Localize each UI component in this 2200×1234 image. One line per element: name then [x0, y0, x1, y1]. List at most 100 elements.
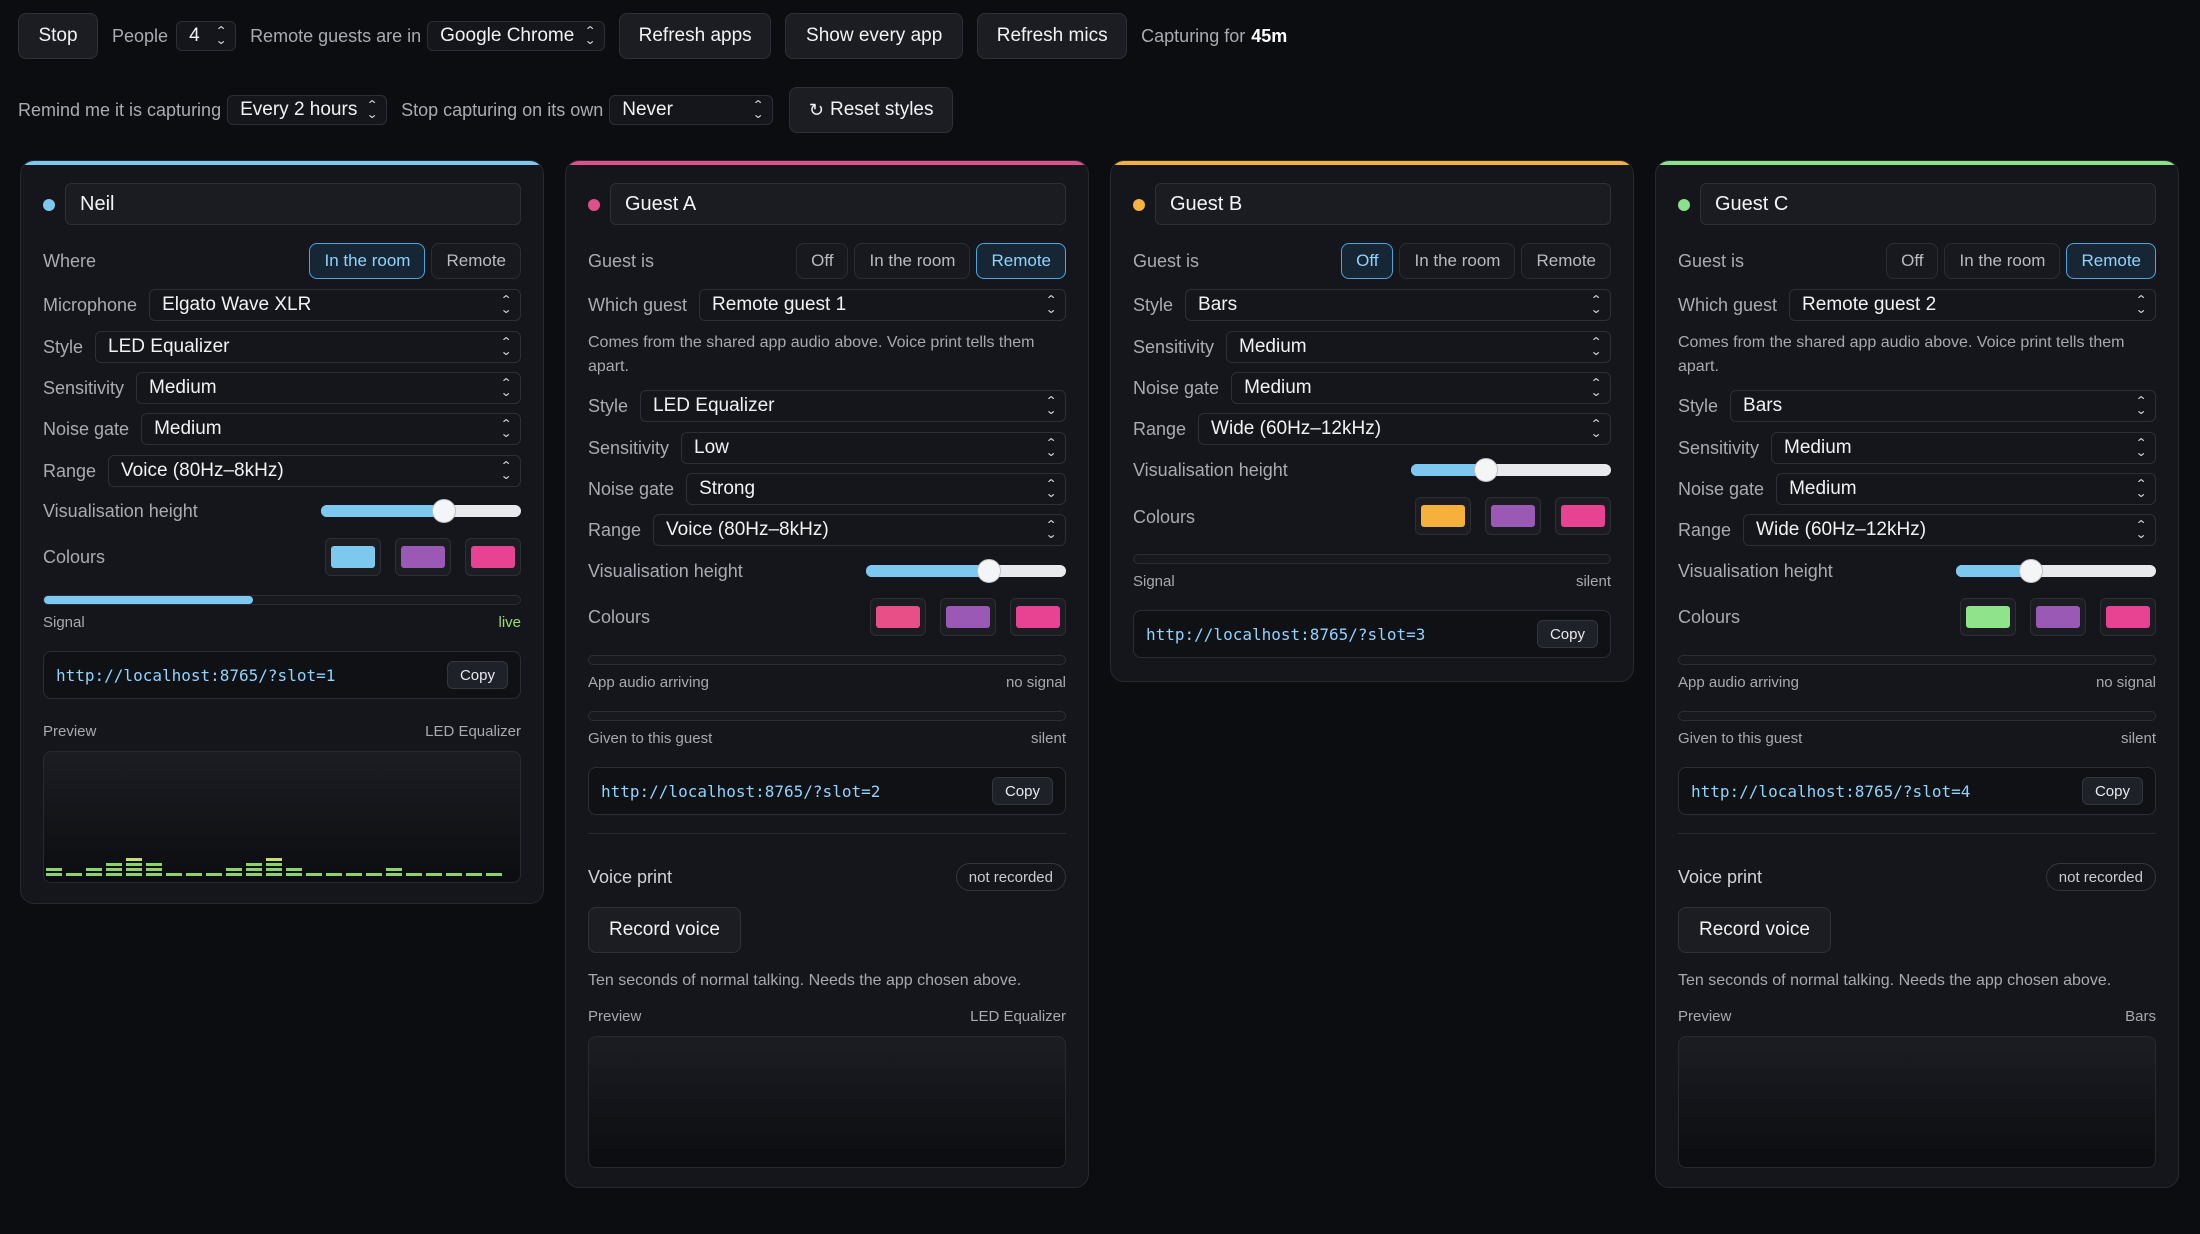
bars-preview	[1687, 1160, 2149, 1162]
range-select[interactable]: Wide (60Hz–12kHz) ⌃ ⌄	[1198, 413, 1611, 445]
style-row: Style Bars ⌃ ⌄	[1133, 289, 1611, 321]
noise-gate-select[interactable]: Medium ⌃ ⌄	[1776, 473, 2156, 505]
noise-gate-select[interactable]: Strong ⌃ ⌄	[686, 473, 1066, 505]
given-meter	[1678, 711, 2156, 721]
sensitivity-select[interactable]: Low ⌃ ⌄	[681, 432, 1066, 464]
colour-swatch-1[interactable]	[870, 598, 926, 636]
remote-option[interactable]: Remote	[2066, 243, 2156, 279]
colour-swatch-3[interactable]	[1555, 497, 1611, 535]
colour-swatch-1[interactable]	[325, 538, 381, 576]
copy-button[interactable]: Copy	[2081, 777, 2143, 805]
noise-gate-select[interactable]: Medium ⌃ ⌄	[141, 413, 521, 445]
remote-option[interactable]: Remote	[431, 243, 521, 279]
range-label: Range	[1678, 519, 1732, 540]
sensitivity-select[interactable]: Medium ⌃ ⌄	[1771, 432, 2156, 464]
colour-swatch-1[interactable]	[1415, 497, 1471, 535]
signal-caption: Signal silent	[1133, 573, 1611, 590]
style-select[interactable]: LED Equalizer ⌃ ⌄	[95, 331, 521, 363]
vis-height-slider[interactable]	[1956, 559, 2156, 583]
noise-gate-select[interactable]: Medium ⌃ ⌄	[1231, 372, 1611, 404]
colour-swatch-2[interactable]	[1485, 497, 1541, 535]
chevron-updown-icon: ⌃ ⌄	[1045, 436, 1057, 459]
range-select[interactable]: Wide (60Hz–12kHz) ⌃ ⌄	[1743, 514, 2156, 546]
status-dot	[588, 199, 600, 211]
range-value: Wide (60Hz–12kHz)	[1211, 418, 1382, 439]
range-select[interactable]: Voice (80Hz–8kHz) ⌃ ⌄	[653, 514, 1066, 546]
which-guest-select[interactable]: Remote guest 1 ⌃ ⌄	[699, 289, 1066, 321]
refresh-apps-button[interactable]: Refresh apps	[619, 13, 772, 59]
show-every-app-button[interactable]: Show every app	[785, 13, 964, 59]
in-room-option[interactable]: In the room	[309, 243, 426, 279]
copy-button[interactable]: Copy	[991, 777, 1053, 805]
name-field[interactable]: Guest A	[610, 183, 1066, 225]
voice-print-status-badge: not recorded	[2045, 863, 2156, 891]
stop-own-select[interactable]: Never ⌃ ⌄	[609, 95, 774, 125]
in-room-option[interactable]: In the room	[854, 243, 971, 279]
sensitivity-select[interactable]: Medium ⌃ ⌄	[1226, 331, 1611, 363]
sensitivity-row: Sensitivity Low ⌃ ⌄	[588, 432, 1066, 464]
remote-app-select[interactable]: Google Chrome ⌃ ⌄	[427, 21, 606, 51]
colour-swatches	[325, 538, 521, 576]
reset-styles-label: Reset styles	[830, 99, 934, 120]
in-room-option[interactable]: In the room	[1944, 243, 2061, 279]
people-select[interactable]: 4 ⌃ ⌄	[176, 21, 237, 51]
signal-label: Signal	[43, 614, 85, 631]
remote-option[interactable]: Remote	[1521, 243, 1611, 279]
stop-button[interactable]: Stop	[18, 13, 98, 59]
status-dot	[1678, 199, 1690, 211]
style-select[interactable]: Bars ⌃ ⌄	[1730, 390, 2156, 422]
app-audio-label: App audio arriving	[588, 674, 709, 691]
slot-url[interactable]: http://localhost:8765/?slot=4	[1691, 782, 1970, 801]
colours-label: Colours	[588, 606, 651, 627]
colour-swatch-2[interactable]	[2030, 598, 2086, 636]
sensitivity-select[interactable]: Medium ⌃ ⌄	[136, 372, 521, 404]
colour-swatch-2[interactable]	[940, 598, 996, 636]
record-voice-button[interactable]: Record voice	[588, 907, 741, 953]
signal-status: silent	[1575, 573, 1611, 590]
remind-value: Every 2 hours	[240, 99, 358, 120]
vis-height-slider[interactable]	[1411, 458, 1611, 482]
where-toggle: In the room Remote	[309, 243, 521, 279]
colour-swatch-3[interactable]	[2100, 598, 2156, 636]
slot-url[interactable]: http://localhost:8765/?slot=1	[56, 666, 335, 685]
range-select[interactable]: Voice (80Hz–8kHz) ⌃ ⌄	[108, 455, 521, 487]
card-accent-bar	[566, 161, 1088, 165]
slider-handle[interactable]	[431, 499, 456, 523]
in-room-option[interactable]: In the room	[1399, 243, 1516, 279]
name-field[interactable]: Neil	[65, 183, 521, 225]
style-select[interactable]: LED Equalizer ⌃ ⌄	[640, 390, 1066, 422]
which-guest-select[interactable]: Remote guest 2 ⌃ ⌄	[1789, 289, 2156, 321]
chevron-updown-icon: ⌃ ⌄	[500, 335, 512, 358]
microphone-select[interactable]: Elgato Wave XLR ⌃ ⌄	[149, 289, 521, 321]
preview-caption: Preview LED Equalizer	[43, 723, 521, 740]
colour-swatch-3[interactable]	[465, 538, 521, 576]
off-option[interactable]: Off	[796, 243, 849, 279]
chevron-updown-icon: ⌃ ⌄	[366, 98, 378, 121]
remind-select[interactable]: Every 2 hours ⌃ ⌄	[227, 95, 388, 125]
colour-swatch-2[interactable]	[395, 538, 451, 576]
range-row: Range Voice (80Hz–8kHz) ⌃ ⌄	[588, 514, 1066, 546]
copy-button[interactable]: Copy	[1536, 620, 1598, 648]
reset-styles-button[interactable]: ↻ Reset styles	[789, 87, 954, 133]
off-option[interactable]: Off	[1341, 243, 1394, 279]
remote-option[interactable]: Remote	[976, 243, 1066, 279]
record-voice-button[interactable]: Record voice	[1678, 907, 1831, 953]
refresh-mics-button[interactable]: Refresh mics	[977, 13, 1128, 59]
url-box: http://localhost:8765/?slot=3 Copy	[1133, 610, 1611, 658]
slot-url[interactable]: http://localhost:8765/?slot=2	[601, 782, 880, 801]
name-field[interactable]: Guest C	[1700, 183, 2156, 225]
vis-height-slider[interactable]	[321, 499, 521, 523]
colour-swatch-1[interactable]	[1960, 598, 2016, 636]
vis-height-slider[interactable]	[866, 559, 1066, 583]
colour-swatch-3[interactable]	[1010, 598, 1066, 636]
chevron-updown-icon: ⌃ ⌄	[2135, 293, 2147, 316]
slot-url[interactable]: http://localhost:8765/?slot=3	[1146, 625, 1425, 644]
which-guest-row: Which guest Remote guest 2 ⌃ ⌄	[1678, 289, 2156, 321]
copy-button[interactable]: Copy	[446, 661, 508, 689]
slider-handle[interactable]	[976, 559, 1001, 583]
off-option[interactable]: Off	[1886, 243, 1939, 279]
record-voice-note: Ten seconds of normal talking. Needs the…	[588, 972, 1022, 989]
style-select[interactable]: Bars ⌃ ⌄	[1185, 289, 1611, 321]
name-field[interactable]: Guest B	[1155, 183, 1611, 225]
slider-fill	[1956, 565, 2028, 577]
